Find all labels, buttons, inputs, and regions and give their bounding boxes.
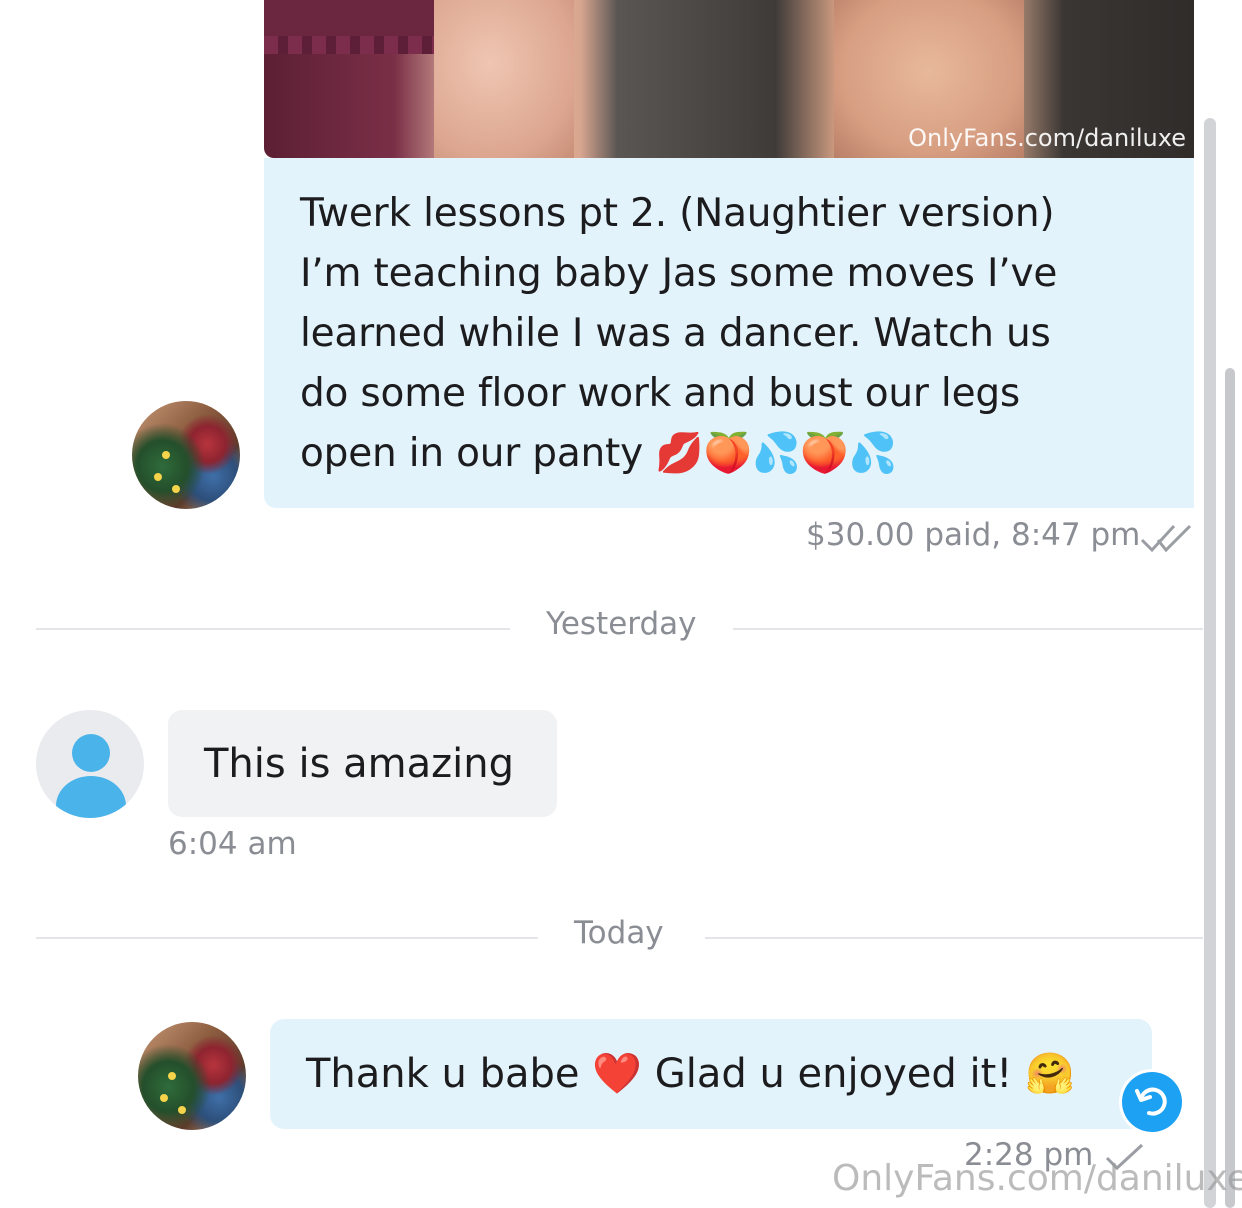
divider-line (733, 628, 1203, 630)
scrollbar-track[interactable] (1204, 118, 1216, 1208)
day-separator-today: Today (574, 915, 664, 951)
media-preview[interactable]: OnlyFans.com/daniluxe (264, 0, 1194, 158)
media-ruffle (264, 36, 454, 54)
fan-avatar[interactable] (36, 710, 144, 818)
reply-button[interactable] (1122, 1072, 1182, 1132)
double-check-icon (1140, 524, 1192, 553)
divider-line (705, 937, 1203, 939)
scrollbar-thumb[interactable] (1225, 368, 1235, 1208)
message-text: Twerk lessons pt 2. (Naughtier version) … (300, 191, 1058, 476)
message-text: This is amazing (204, 740, 514, 787)
divider-line (36, 628, 510, 630)
day-separator-yesterday: Yesterday (546, 606, 697, 642)
message-meta: 6:04 am (168, 826, 297, 862)
media-shorts (264, 0, 454, 40)
creator-avatar[interactable] (132, 401, 240, 509)
message-meta: $30.00 paid, 8:47 pm (806, 517, 1141, 553)
message-bubble-sent[interactable]: Thank u babe ❤️ Glad u enjoyed it! 🤗 (270, 1019, 1152, 1129)
user-silhouette-icon (72, 734, 110, 772)
watermark-overlay: OnlyFans.com/daniluxe (832, 1158, 1242, 1199)
reply-arrow-icon (1135, 1087, 1167, 1116)
message-bubble-received[interactable]: This is amazing (168, 710, 557, 817)
media-leg-left (434, 0, 574, 158)
creator-avatar[interactable] (138, 1022, 246, 1130)
message-bubble-sent[interactable]: Twerk lessons pt 2. (Naughtier version) … (264, 158, 1194, 508)
divider-line (36, 937, 538, 939)
media-watermark: OnlyFans.com/daniluxe (908, 124, 1186, 152)
message-text: Thank u babe ❤️ Glad u enjoyed it! 🤗 (306, 1051, 1075, 1097)
